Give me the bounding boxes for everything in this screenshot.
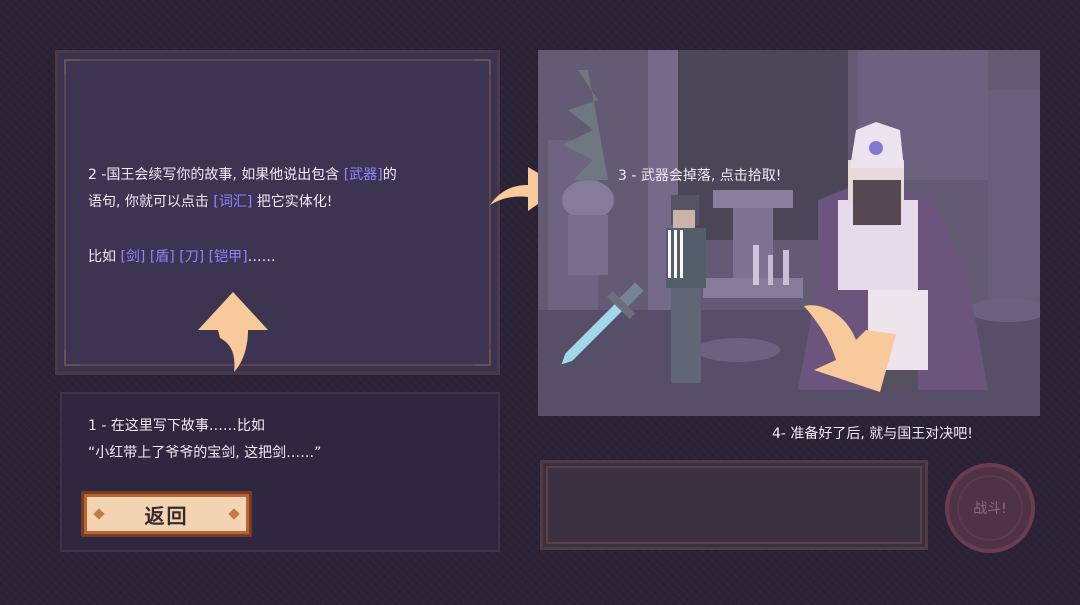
panel-corner (475, 59, 491, 75)
down-right-arrow-icon (804, 305, 896, 392)
examples-prefix: 比如 (88, 249, 121, 265)
example-shield: [盾] (149, 249, 175, 265)
panel-corner (64, 350, 80, 366)
step3-hint: 3 - 武器会掉落, 点击拾取! (618, 168, 782, 184)
step2-text: 把它实体化! (252, 194, 333, 210)
tutorial-panel (55, 50, 500, 375)
scene-dim-overlay (538, 50, 1040, 416)
step4-hint: 4- 准备好了后, 就与国王对决吧! (772, 426, 973, 442)
example-blade: [刀] (179, 249, 205, 265)
example-sword: [剑] (120, 249, 146, 265)
button-ornament (93, 508, 105, 520)
step2-text: 语句, 你就可以点击 (88, 194, 214, 210)
examples-line: 比如 [剑] [盾] [刀] [铠甲]…… (88, 247, 276, 267)
fight-button[interactable]: 战斗! (945, 463, 1035, 553)
step2-line1: 2 -国王会续写你的故事, 如果他说出包含 [武器]的 (88, 165, 397, 185)
step1-line2: “小红带上了爷爷的宝剑, 这把剑……” (88, 445, 322, 461)
step1-line1: 1 - 在这里写下故事……比如 (88, 418, 265, 434)
examples-suffix: …… (247, 249, 276, 265)
word-keyword: [词汇] (213, 194, 253, 210)
up-arrow-icon (198, 292, 268, 372)
weapon-keyword: [武器] (343, 167, 383, 183)
button-ornament (228, 508, 240, 520)
step2-line2: 语句, 你就可以点击 [词汇] 把它实体化! (88, 192, 332, 212)
game-scene (538, 50, 1040, 416)
back-button[interactable]: 返回 (81, 491, 252, 537)
step2-text: 的 (382, 167, 397, 183)
panel-corner (475, 350, 491, 366)
step2-text: 2 -国王会续写你的故事, 如果他说出包含 (88, 167, 344, 183)
example-armor: [铠甲] (208, 249, 248, 265)
panel-corner (64, 59, 80, 75)
king-reply-box (540, 460, 928, 550)
fight-button-label: 战斗! (973, 501, 1007, 517)
back-button-label: 返回 (144, 503, 189, 528)
